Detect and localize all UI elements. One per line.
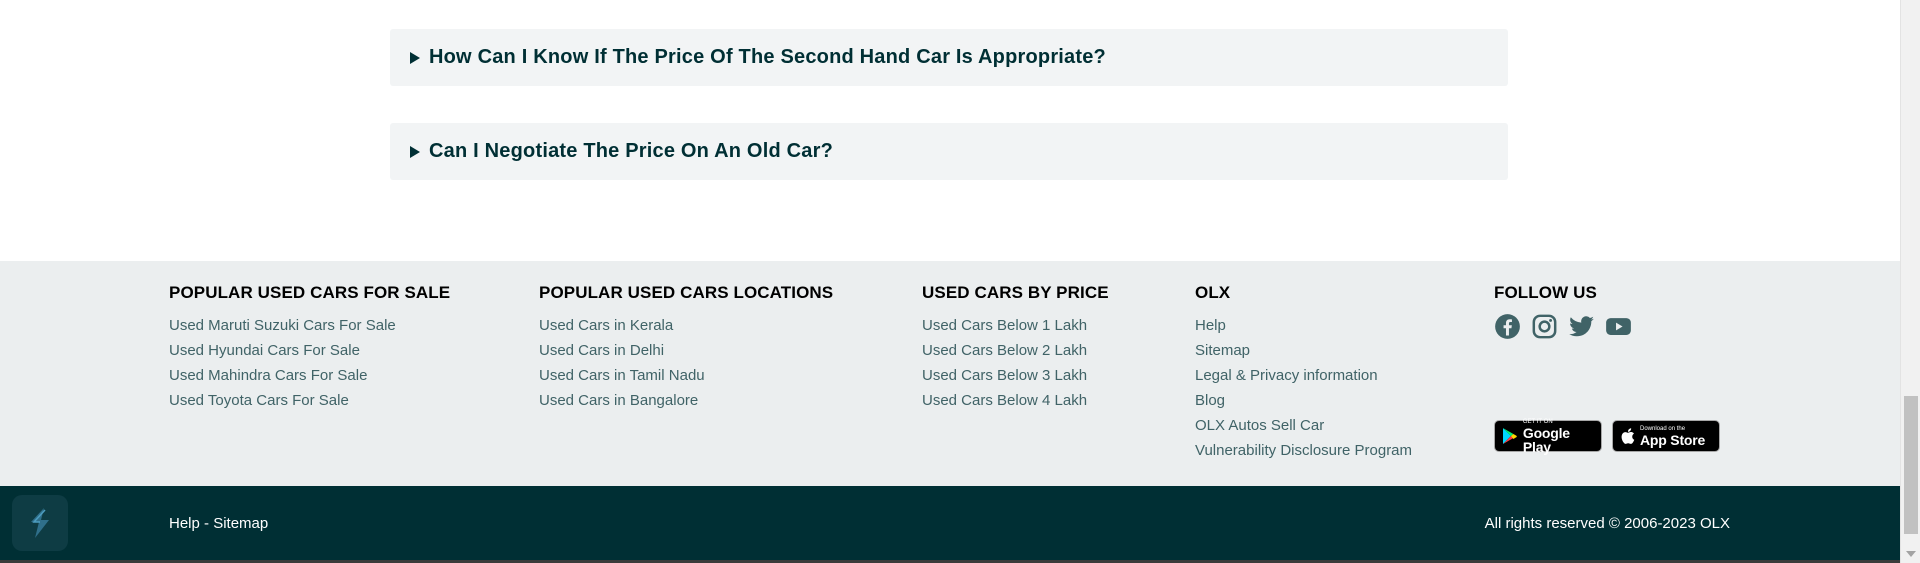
- footer-column-heading: FOLLOW US: [1494, 283, 1597, 302]
- faq-question: How Can I Know If The Price Of The Secon…: [429, 46, 1106, 68]
- footer-link[interactable]: Used Cars in Delhi: [539, 342, 664, 359]
- footer-link[interactable]: Sitemap: [1195, 342, 1250, 359]
- instagram-icon[interactable]: [1531, 313, 1558, 340]
- chat-widget-button[interactable]: [12, 495, 68, 551]
- footer-column-follow-us: FOLLOW US GET IT ON Google Play Download…: [1494, 283, 1724, 473]
- google-play-icon: [1502, 428, 1517, 444]
- footer-bottom-links: Help - Sitemap: [169, 515, 268, 532]
- facebook-icon[interactable]: [1494, 313, 1521, 340]
- social-links: [1494, 313, 1724, 340]
- expand-triangle-icon: [410, 51, 420, 64]
- footer-link[interactable]: Help: [1195, 317, 1226, 334]
- faq-item[interactable]: How Can I Know If The Price Of The Secon…: [390, 29, 1508, 86]
- page: How Can I Know If The Price Of The Secon…: [0, 0, 1920, 563]
- youtube-icon[interactable]: [1605, 313, 1632, 340]
- scrollbar-thumb[interactable]: [1904, 396, 1918, 534]
- store-badge-large-text: App Store: [1640, 431, 1706, 448]
- footer-link[interactable]: Used Cars in Kerala: [539, 317, 673, 334]
- copyright-text: All rights reserved © 2006-2023 OLX: [1484, 515, 1730, 532]
- footer-link[interactable]: Used Cars Below 1 Lakh: [922, 317, 1087, 334]
- footer-link[interactable]: Used Cars in Bangalore: [539, 392, 698, 409]
- store-badge-large-text: Google Play: [1522, 424, 1570, 455]
- faq-item[interactable]: Can I Negotiate The Price On An Old Car?: [390, 123, 1508, 180]
- footer-column-heading: USED CARS BY PRICE: [922, 283, 1109, 302]
- footer-link[interactable]: Used Toyota Cars For Sale: [169, 392, 349, 409]
- apple-icon: [1621, 428, 1635, 444]
- expand-triangle-icon: [410, 145, 420, 158]
- vertical-scrollbar[interactable]: [1900, 0, 1920, 563]
- footer-link[interactable]: Used Cars Below 4 Lakh: [922, 392, 1087, 409]
- footer-link[interactable]: Used Mahindra Cars For Sale: [169, 367, 367, 384]
- footer-help-link[interactable]: Help: [169, 515, 200, 532]
- footer-link[interactable]: Used Cars in Tamil Nadu: [539, 367, 705, 384]
- footer-link[interactable]: Used Cars Below 3 Lakh: [922, 367, 1087, 384]
- footer-link[interactable]: OLX Autos Sell Car: [1195, 417, 1324, 434]
- footer-link[interactable]: Used Maruti Suzuki Cars For Sale: [169, 317, 396, 334]
- footer-link[interactable]: Legal & Privacy information: [1195, 367, 1378, 384]
- chat-logo-icon: [31, 508, 49, 538]
- footer-link[interactable]: Blog: [1195, 392, 1225, 409]
- footer-column-popular-cars: POPULAR USED CARS FOR SALE Used Maruti S…: [169, 283, 450, 413]
- footer-column-olx: OLX Help Sitemap Legal & Privacy informa…: [1195, 283, 1412, 463]
- footer-link-separator: -: [199, 515, 214, 532]
- scroll-down-arrow-icon[interactable]: [1906, 551, 1916, 557]
- footer-column-by-price: USED CARS BY PRICE Used Cars Below 1 Lak…: [922, 283, 1109, 413]
- footer-column-heading: OLX: [1195, 283, 1231, 302]
- footer-bottom-bar: Help - Sitemap All rights reserved © 200…: [0, 486, 1900, 563]
- footer-column-locations: POPULAR USED CARS LOCATIONS Used Cars in…: [539, 283, 833, 413]
- footer-link[interactable]: Used Hyundai Cars For Sale: [169, 342, 360, 359]
- app-store-badges: GET IT ON Google Play Download on the Ap…: [1494, 419, 1720, 455]
- faq-question: Can I Negotiate The Price On An Old Car?: [429, 140, 833, 162]
- twitter-icon[interactable]: [1568, 313, 1595, 340]
- app-store-badge[interactable]: Download on the App Store: [1612, 420, 1720, 452]
- footer-column-heading: POPULAR USED CARS LOCATIONS: [539, 283, 834, 302]
- footer-link[interactable]: Vulnerability Disclosure Program: [1195, 442, 1412, 459]
- footer-column-heading: POPULAR USED CARS FOR SALE: [169, 283, 451, 302]
- footer-links-section: POPULAR USED CARS FOR SALE Used Maruti S…: [0, 261, 1900, 486]
- google-play-badge[interactable]: GET IT ON Google Play: [1494, 419, 1602, 455]
- footer-sitemap-link[interactable]: Sitemap: [213, 515, 268, 532]
- footer-link[interactable]: Used Cars Below 2 Lakh: [922, 342, 1087, 359]
